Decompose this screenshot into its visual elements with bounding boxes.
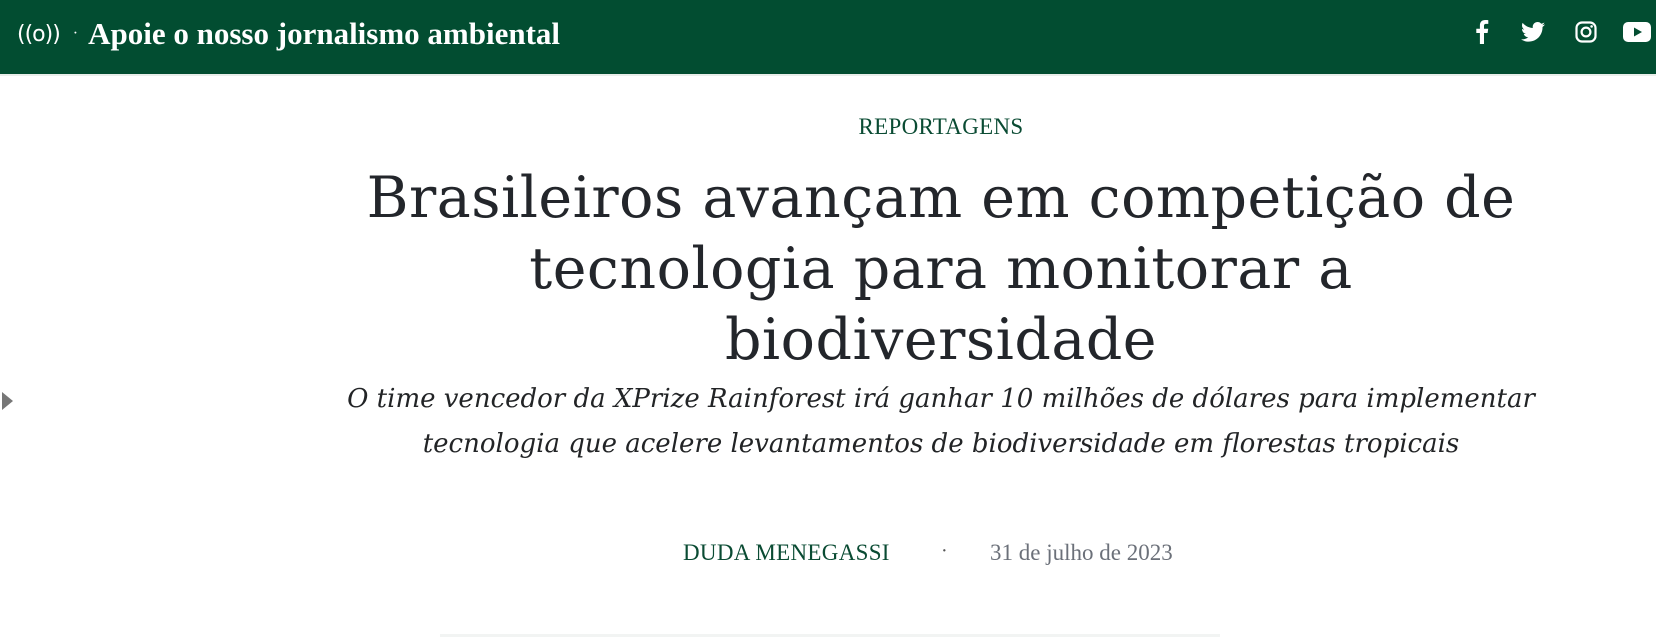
- header-separator: ·: [72, 25, 79, 42]
- byline-separator: ·: [941, 540, 948, 562]
- facebook-icon[interactable]: [1472, 19, 1492, 45]
- article-subtitle: O time vencedor da XPrize Rainforest irá…: [316, 377, 1566, 467]
- article-headline: Brasileiros avançam em competição de tec…: [306, 163, 1576, 376]
- expand-arrow-icon[interactable]: [2, 392, 13, 410]
- headline-line-1: Brasileiros avançam em competição de: [366, 165, 1516, 231]
- twitter-icon[interactable]: [1518, 19, 1548, 45]
- content-divider: [440, 634, 1220, 637]
- author-link[interactable]: DUDA MENEGASSI: [683, 540, 890, 566]
- instagram-icon[interactable]: [1573, 19, 1599, 45]
- subtitle-line-1: O time vencedor da XPrize Rainforest irá…: [347, 384, 1535, 414]
- support-link[interactable]: ((o)) · Apoie o nosso jornalismo ambient…: [17, 14, 560, 54]
- banner-divider: [0, 74, 1656, 76]
- headline-line-2: tecnologia para monitorar a biodiversida…: [529, 236, 1353, 373]
- subtitle-line-2: tecnologia que acelere levantamentos de …: [422, 429, 1460, 459]
- broadcast-logo-icon: ((o)): [17, 21, 61, 47]
- section-label[interactable]: REPORTAGENS: [0, 114, 1656, 140]
- youtube-icon[interactable]: [1622, 19, 1652, 45]
- support-tagline[interactable]: Apoie o nosso jornalismo ambiental: [88, 16, 560, 52]
- publish-date: 31 de julho de 2023: [990, 540, 1173, 565]
- byline: DUDA MENEGASSI · 31 de julho de 2023: [0, 540, 1656, 572]
